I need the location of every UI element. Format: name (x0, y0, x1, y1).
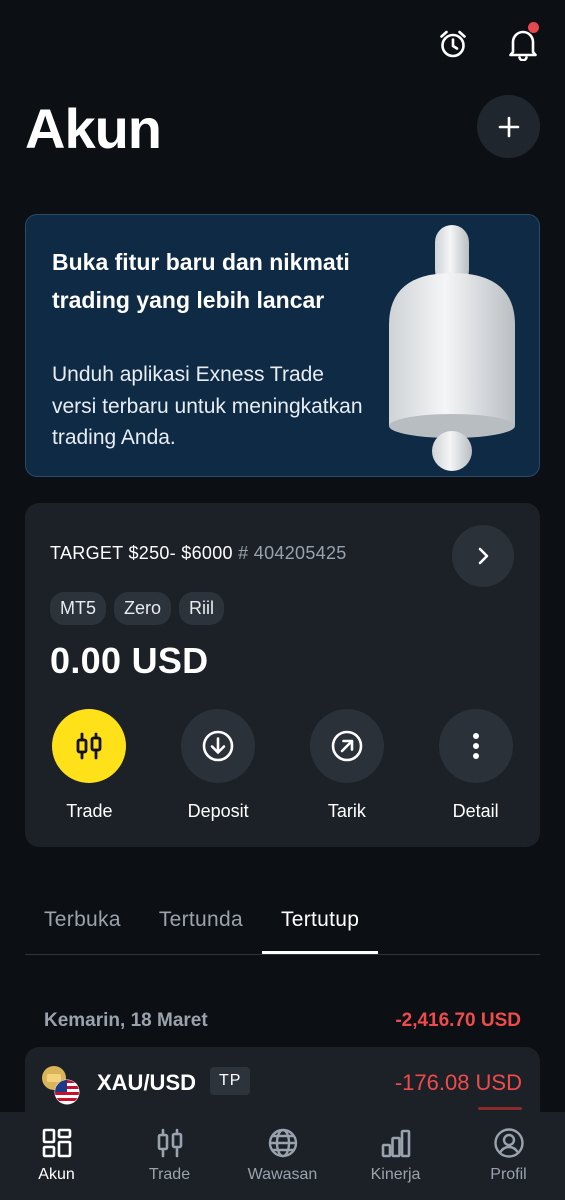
account-number: # 404205425 (238, 543, 347, 563)
account-name: TARGET $250- $6000 (50, 543, 233, 563)
nav-item-profil[interactable]: Profil (452, 1112, 565, 1200)
tab-pending[interactable]: Tertunda (140, 898, 262, 954)
globe-icon (268, 1128, 297, 1158)
detail-action-label: Detail (452, 801, 499, 821)
closed-day-header: Kemarin, 18 Maret -2,416.70 USD (44, 1010, 521, 1032)
bell-icon[interactable] (503, 22, 543, 66)
promo-title: Buka fitur baru dan nikmati trading yang… (52, 249, 350, 313)
bell-illustration-icon (389, 225, 515, 471)
nav-label-trade: Trade (148, 1166, 191, 1183)
plus-icon (498, 116, 519, 137)
bar-chart-icon (381, 1129, 410, 1158)
nav-item-kinerja[interactable]: Kinerja (339, 1112, 452, 1200)
trade-action-button[interactable]: Trade (25, 709, 154, 822)
nav-label-kinerja: Kinerja (370, 1166, 421, 1183)
alarm-clock-icon[interactable] (433, 22, 473, 66)
chevron-right-icon (478, 547, 489, 565)
top-bar (433, 22, 543, 66)
trade-symbol: XAU/USD (97, 1070, 197, 1095)
account-tags: MT5 Zero Riil (50, 592, 225, 625)
closed-date-total: -2,416.70 USD (395, 1010, 521, 1031)
deposit-action-button[interactable]: Deposit (154, 709, 283, 822)
detail-action-button[interactable]: Detail (411, 709, 540, 822)
withdraw-action-label: Tarik (327, 801, 366, 821)
trade-profit-loss: -176.08 USD (394, 1070, 522, 1095)
tag-account-type: Zero (114, 592, 172, 625)
download-circle-icon (181, 709, 256, 783)
gold-usd-pair-icon (42, 1066, 80, 1105)
closed-date-label: Kemarin, 18 Maret (44, 1010, 208, 1031)
account-card[interactable]: TARGET $250- $6000 # 404205425 MT5 Zero … (25, 503, 540, 847)
tab-closed[interactable]: Tertutup (261, 898, 379, 954)
bottom-nav: Akun Trade Wawasan Kinerja Profil (0, 1112, 565, 1200)
arrow-up-right-circle-icon (309, 709, 384, 783)
more-vertical-icon (438, 709, 513, 783)
nav-item-akun[interactable]: Akun (0, 1112, 113, 1200)
nav-label-akun: Akun (38, 1166, 75, 1183)
page-title: Akun (25, 97, 162, 160)
deposit-action-label: Deposit (187, 801, 249, 821)
account-actions: Trade Deposit Tarik Detail (25, 709, 540, 822)
withdraw-action-button[interactable]: Tarik (283, 709, 412, 822)
tab-open[interactable]: Terbuka (25, 898, 140, 954)
user-circle-icon (493, 1128, 524, 1158)
promo-banner[interactable]: Buka fitur baru dan nikmati trading yang… (25, 214, 540, 477)
nav-item-wawasan[interactable]: Wawasan (226, 1112, 339, 1200)
nav-item-trade[interactable]: Trade (113, 1112, 226, 1200)
candlestick-icon (157, 1128, 182, 1158)
tag-mode: Riil (179, 592, 225, 625)
candlestick-icon (52, 709, 127, 783)
grid-icon (42, 1128, 71, 1158)
trade-action-label: Trade (66, 801, 113, 821)
account-details-button[interactable] (452, 525, 514, 587)
profit-loss-bar (478, 1107, 522, 1110)
order-tabs: Terbuka Tertunda Tertutup (25, 898, 540, 955)
nav-label-profil: Profil (490, 1166, 527, 1183)
notification-dot (528, 22, 539, 33)
account-balance: 0.00 USD (50, 640, 209, 681)
tag-platform: MT5 (50, 592, 106, 625)
add-account-button[interactable] (477, 95, 540, 158)
nav-label-wawasan: Wawasan (247, 1166, 318, 1183)
promo-body: Unduh aplikasi Exness Trade versi terbar… (52, 363, 363, 449)
take-profit-badge: TP (210, 1067, 251, 1095)
account-name-row: TARGET $250- $6000 # 404205425 (50, 543, 347, 564)
